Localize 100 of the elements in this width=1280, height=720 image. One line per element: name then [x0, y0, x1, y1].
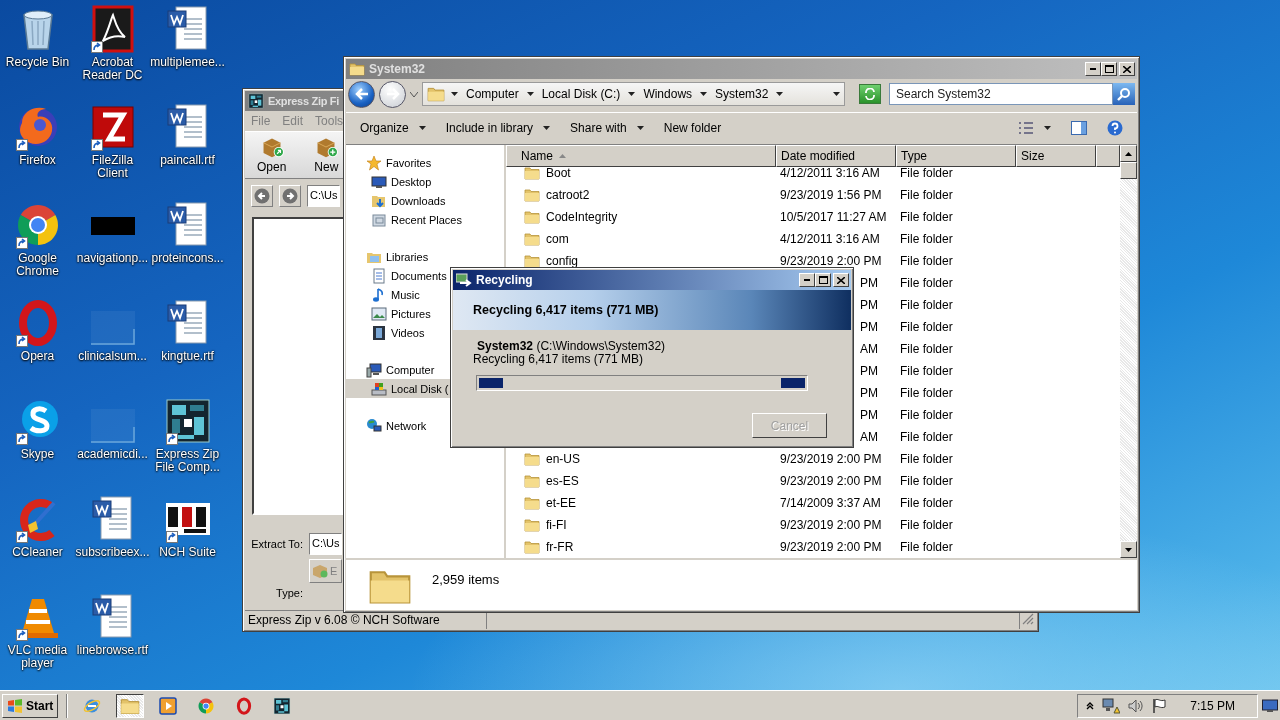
picture-icon	[371, 305, 387, 322]
caret-icon	[526, 92, 534, 96]
close-button[interactable]	[833, 273, 849, 287]
maximize-button[interactable]	[815, 273, 831, 287]
action-center-button[interactable]	[1152, 697, 1167, 714]
extract-to-label: Extract To:	[251, 538, 304, 550]
command-button[interactable]: Organize	[358, 117, 428, 138]
window-title: Recycling	[476, 273, 533, 287]
path-field[interactable]: C:\Us	[307, 185, 340, 207]
nav-item[interactable]: Desktop	[346, 172, 504, 191]
caret-icon	[1044, 125, 1051, 130]
file-name[interactable]: config	[506, 253, 776, 269]
clock[interactable]: 7:15 PM	[1190, 698, 1235, 713]
nav-item[interactable]: Recent Places	[346, 210, 504, 229]
scroll-thumb[interactable]	[1120, 162, 1137, 179]
network-tray-button[interactable]	[1102, 697, 1121, 714]
file-name[interactable]: com	[506, 231, 776, 247]
nav-item[interactable]: Downloads	[346, 191, 504, 210]
desktop-shortcut[interactable]: CCleaner	[0, 495, 75, 559]
type-cell: File folder	[900, 408, 953, 422]
desktop-shortcut[interactable]: Express Zip File Comp...	[150, 397, 225, 474]
file-name[interactable]: catroot2	[506, 187, 776, 203]
column-header[interactable]: Date modified	[776, 145, 896, 167]
date-cell: 9/23/2019 2:00 PM	[780, 540, 882, 554]
scroll-down-button[interactable]	[1120, 541, 1137, 558]
file-name[interactable]: fr-FR	[506, 539, 776, 555]
desktop-shortcut[interactable]: Opera	[0, 299, 75, 363]
caret-icon	[451, 92, 458, 96]
search-field[interactable]: Search System32	[889, 83, 1113, 105]
type-cell: File folder	[900, 518, 953, 532]
desktop-shortcut[interactable]: paincall.rtf	[150, 103, 225, 167]
windows-flag-icon	[7, 698, 23, 713]
address-bar[interactable]: Computer Local Disk (C:) Windows System32	[422, 82, 845, 106]
column-header[interactable]: Type	[896, 145, 1016, 167]
type-cell: File folder	[900, 298, 953, 312]
breadcrumb-item[interactable]: Local Disk (C:)	[539, 87, 623, 101]
close-button[interactable]	[1119, 62, 1135, 76]
desktop-shortcut[interactable]: subscribeex...	[75, 495, 150, 559]
minimize-button[interactable]	[1085, 62, 1101, 76]
star-icon	[366, 154, 382, 171]
file-name[interactable]: fi-FI	[506, 517, 776, 533]
forward-button[interactable]	[379, 80, 406, 108]
desktop-shortcut[interactable]: multiplemee...	[150, 5, 225, 69]
date-cell: 9/23/2019 2:00 PM	[780, 474, 882, 488]
breadcrumb-item[interactable]: System32	[713, 87, 771, 101]
maximize-button[interactable]	[1101, 62, 1117, 76]
desktop-shortcut[interactable]: academicdi...	[75, 397, 150, 461]
open-button[interactable]: Open	[253, 134, 291, 176]
minimize-button[interactable]	[799, 273, 815, 287]
desktop-shortcut[interactable]: Firefox	[0, 103, 75, 167]
command-button[interactable]: New folder	[661, 117, 724, 138]
desktop-shortcut[interactable]: FileZilla Client	[75, 103, 150, 180]
desktop-shortcut[interactable]: Recycle Bin	[0, 5, 75, 69]
nav-item[interactable]: Libraries	[346, 247, 504, 266]
file-name[interactable]: et-EE	[506, 495, 776, 511]
show-hidden-icons-button[interactable]	[1086, 701, 1095, 710]
shortcut-arrow-icon	[15, 433, 28, 445]
start-button[interactable]: Start	[2, 693, 59, 718]
help-icon	[1107, 119, 1123, 136]
column-header[interactable]: Name	[506, 145, 776, 167]
desktop-shortcut[interactable]: kingtue.rtf	[150, 299, 225, 363]
back-button[interactable]	[348, 80, 375, 108]
desktop-shortcut[interactable]: navigationp...	[75, 201, 150, 265]
date-cell: PM	[860, 276, 878, 290]
desktop-shortcut[interactable]: clinicalsum...	[75, 299, 150, 363]
file-name[interactable]: en-US	[506, 451, 776, 467]
dialog-heading: Recycling 6,417 items (771 MB)	[453, 290, 851, 330]
refresh-button[interactable]	[859, 84, 881, 104]
column-header[interactable]: Size	[1016, 145, 1096, 167]
scroll-up-button[interactable]	[1120, 145, 1137, 162]
desktop-shortcut[interactable]: proteincons...	[150, 201, 225, 265]
film-strip-icon	[371, 324, 387, 341]
archive-file-list[interactable]	[252, 217, 345, 515]
desktop-shortcut[interactable]: NCH Suite	[150, 495, 225, 559]
search-button[interactable]	[1113, 83, 1135, 105]
breadcrumb-item[interactable]: Computer	[464, 87, 521, 101]
command-button[interactable]: Include in library	[443, 117, 553, 138]
taskbar-app-button[interactable]	[116, 693, 145, 718]
shortcut-arrow-icon	[15, 139, 28, 151]
desktop-shortcut[interactable]: Acrobat Reader DC	[75, 5, 150, 82]
segmented-circle-icon	[197, 696, 216, 715]
desktop-shortcut[interactable]: linebrowse.rtf	[75, 593, 150, 657]
file-name[interactable]: Boot	[506, 165, 776, 181]
extract-path-field[interactable]: C:\Us	[309, 533, 342, 555]
date-cell: 4/12/2011 3:16 AM	[780, 232, 880, 246]
vertical-scrollbar[interactable]	[1120, 145, 1137, 558]
desktop-shortcut[interactable]: Skype	[0, 397, 75, 461]
volume-tray-button[interactable]	[1128, 698, 1145, 713]
list-view-icon	[1018, 121, 1034, 134]
file-name[interactable]: es-ES	[506, 473, 776, 489]
file-name[interactable]: CodeIntegrity	[506, 209, 776, 225]
show-desktop-button[interactable]	[1262, 698, 1278, 713]
folder-icon	[524, 495, 540, 511]
command-button[interactable]: Share with	[568, 117, 646, 138]
desktop-shortcut[interactable]: VLC media player	[0, 593, 75, 670]
type-cell: File folder	[900, 320, 953, 334]
network-warning-icon	[1102, 697, 1121, 714]
nav-item[interactable]: Favorites	[346, 153, 504, 172]
breadcrumb-item[interactable]: Windows	[641, 87, 695, 101]
desktop-shortcut[interactable]: Google Chrome	[0, 201, 75, 278]
